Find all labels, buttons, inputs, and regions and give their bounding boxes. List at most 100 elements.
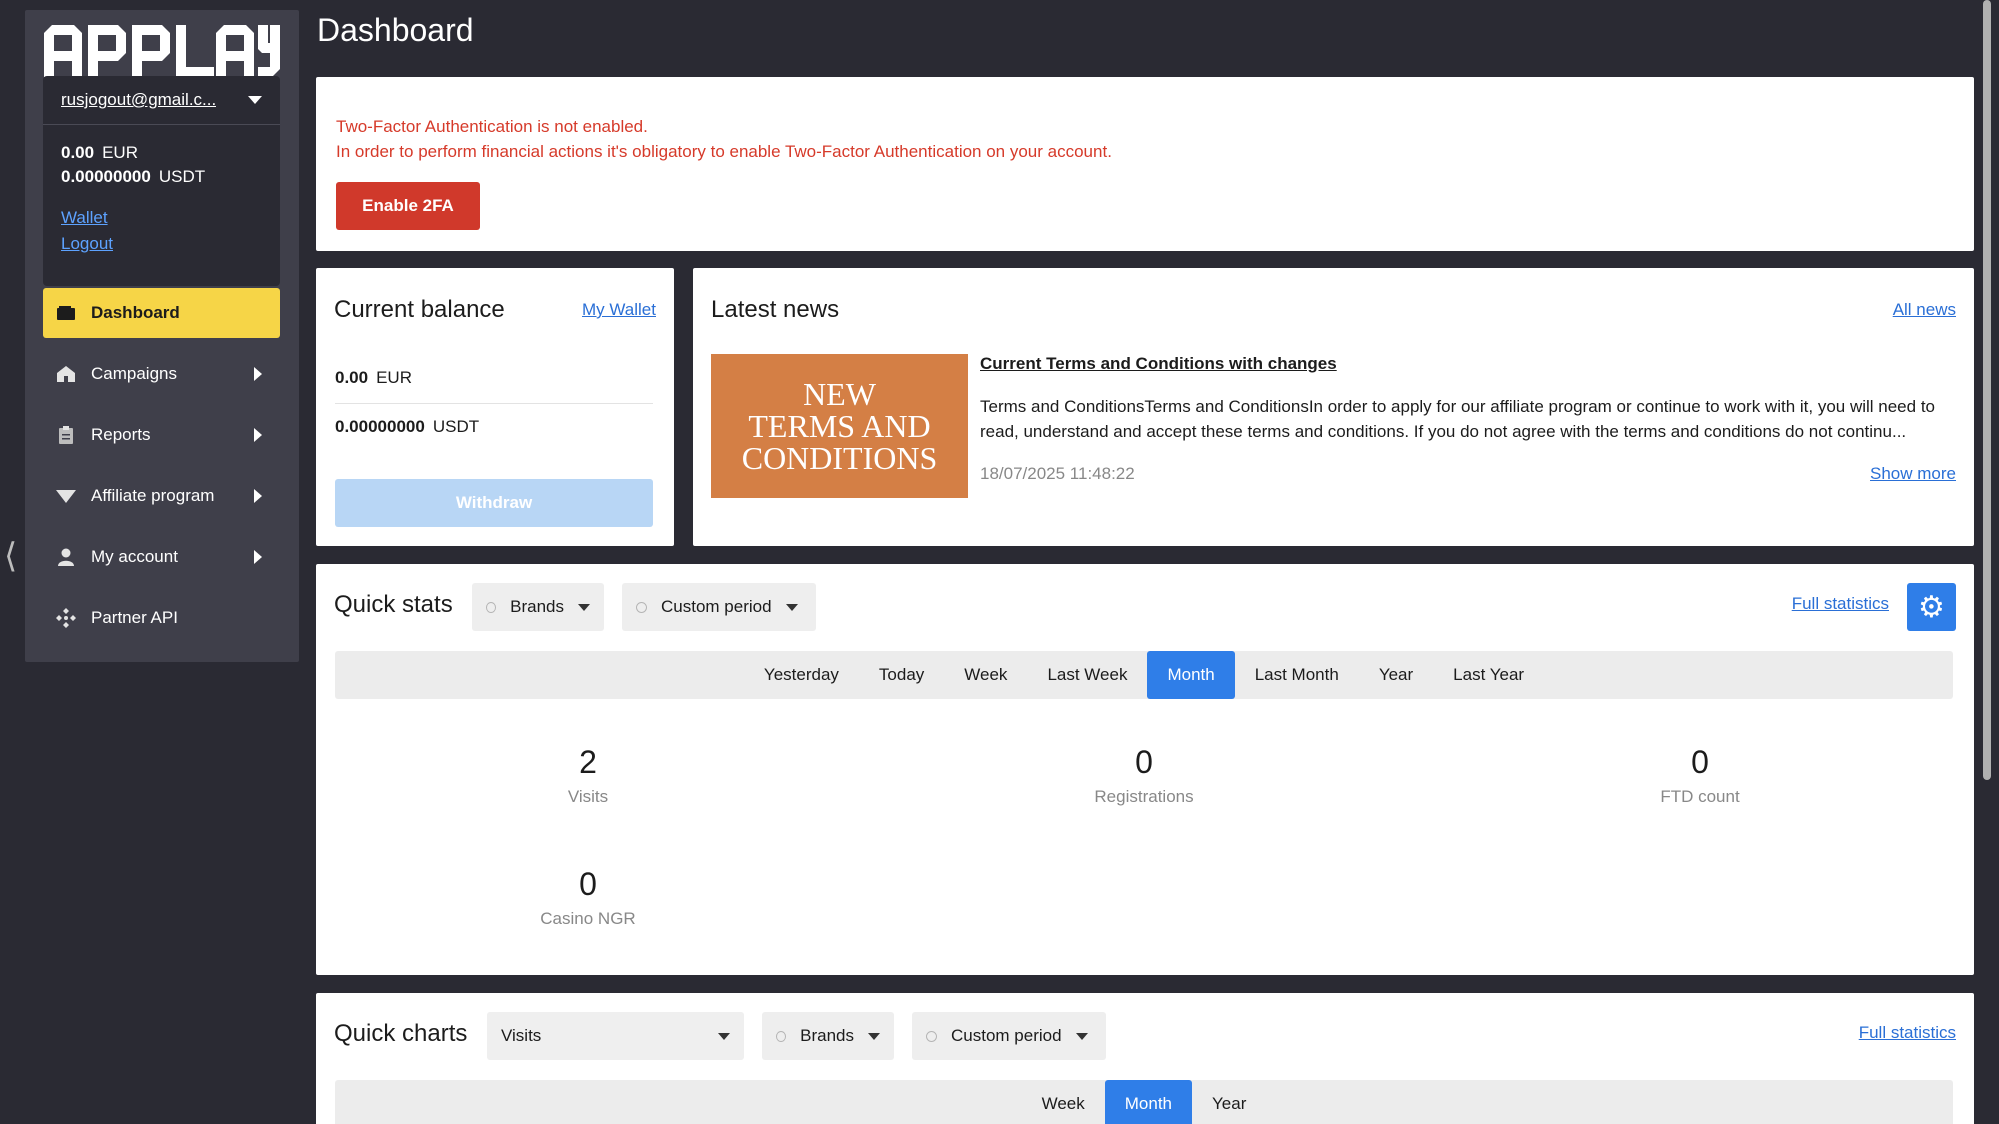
sidebar-item-my-account[interactable]: My account: [43, 532, 280, 582]
balance-currency: EUR: [102, 143, 138, 162]
api-icon: [53, 605, 79, 631]
period-tabs: Yesterday Today Week Last Week Month Las…: [335, 651, 1953, 699]
page-scrollbar[interactable]: [1983, 0, 1991, 780]
tab-year[interactable]: Year: [1192, 1080, 1266, 1124]
enable-2fa-button[interactable]: Enable 2FA: [336, 182, 480, 230]
tab-last-month[interactable]: Last Month: [1235, 651, 1359, 699]
wallet-icon: [53, 300, 79, 326]
sidebar-balance-eur: 0.00 EUR: [43, 143, 280, 163]
metric-label: Registrations: [1094, 787, 1194, 806]
metric-casino-ngr: 0 Casino NGR: [458, 866, 718, 929]
quick-stats-card: Quick stats Brands Custom period Full st…: [316, 564, 1974, 975]
metric-label: Visits: [567, 787, 609, 806]
tab-today[interactable]: Today: [859, 651, 944, 699]
diamond-icon: [53, 483, 79, 509]
tab-last-year[interactable]: Last Year: [1433, 651, 1544, 699]
logout-link[interactable]: Logout: [61, 231, 113, 257]
alert-line: Two-Factor Authentication is not enabled…: [336, 117, 648, 136]
balance-amount: 0.00: [335, 368, 369, 387]
news-excerpt: Terms and ConditionsTerms and Conditions…: [980, 397, 1935, 441]
chevron-down-icon: [1075, 1032, 1088, 1040]
card-title: Quick charts: [334, 1020, 468, 1047]
news-thumbnail-text: TERMS AND: [748, 408, 931, 444]
chevron-down-icon: [868, 1032, 880, 1040]
all-news-link[interactable]: All news: [1893, 300, 1956, 320]
sidebar-item-partner-api[interactable]: Partner API: [43, 593, 280, 643]
tab-week[interactable]: Week: [944, 651, 1027, 699]
brands-filter[interactable]: Brands: [472, 583, 604, 631]
page-title: Dashboard: [317, 12, 474, 48]
sidebar-nav: Dashboard Campaigns Reports Affiliate pr…: [43, 288, 280, 654]
sidebar-item-label: Affiliate program: [91, 486, 215, 505]
sidebar-item-label: My account: [91, 547, 178, 566]
chevron-right-icon: [254, 428, 262, 442]
radio-dot-icon: [926, 1030, 937, 1042]
current-balance-card: Current balance My Wallet 0.00 EUR 0.0000…: [316, 268, 674, 546]
news-thumbnail[interactable]: NEW TERMS AND CONDITIONS: [711, 354, 968, 498]
sidebar-item-label: Dashboard: [91, 303, 180, 322]
balance-amount: 0.00000000: [61, 167, 151, 186]
clipboard-icon: [53, 422, 79, 448]
tab-year[interactable]: Year: [1359, 651, 1433, 699]
sidebar-item-label: Reports: [91, 425, 151, 444]
settings-button[interactable]: ⚙: [1907, 583, 1956, 631]
withdraw-button[interactable]: Withdraw: [335, 479, 653, 527]
dropdown-label: Visits: [501, 1026, 542, 1045]
full-statistics-link[interactable]: Full statistics: [1859, 1023, 1956, 1043]
chart-period-tabs: Week Month Year: [335, 1080, 1953, 1124]
tab-last-week[interactable]: Last Week: [1027, 651, 1147, 699]
tab-month[interactable]: Month: [1147, 651, 1235, 699]
wallet-link[interactable]: Wallet: [61, 205, 108, 231]
sidebar-item-campaigns[interactable]: Campaigns: [43, 349, 280, 399]
home-icon: [53, 361, 79, 387]
balance-currency: USDT: [158, 167, 206, 186]
twofa-alert-card: Two-Factor Authentication is not enabled…: [316, 77, 1974, 251]
metric-label: FTD count: [1660, 787, 1740, 806]
news-thumbnail-text: CONDITIONS: [741, 440, 938, 476]
metric-registrations: 0 Registrations: [1014, 744, 1274, 807]
chevron-right-icon: [254, 367, 262, 381]
account-email[interactable]: rusjogout@gmail.c...: [61, 90, 216, 110]
tab-week[interactable]: Week: [1022, 1080, 1105, 1124]
period-filter[interactable]: Custom period: [622, 583, 816, 631]
twofa-alert-message: Two-Factor Authentication is not enabled…: [336, 114, 1112, 164]
my-wallet-link[interactable]: My Wallet: [582, 300, 656, 320]
divider: [335, 403, 653, 404]
radio-dot-icon: [776, 1030, 787, 1042]
tab-month[interactable]: Month: [1104, 1080, 1193, 1124]
sidebar-balance-usdt: 0.00000000 USDT: [43, 167, 280, 187]
sidebar-item-affiliate-program[interactable]: Affiliate program: [43, 471, 280, 521]
card-title: Current balance: [334, 296, 505, 323]
chevron-right-icon: [254, 550, 262, 564]
applay-logo[interactable]: [44, 25, 280, 77]
news-headline-link[interactable]: Current Terms and Conditions with change…: [980, 354, 1337, 374]
chevron-down-icon: [578, 603, 590, 611]
chart-metric-select[interactable]: Visits: [487, 1012, 744, 1060]
account-switcher[interactable]: rusjogout@gmail.c...: [43, 76, 280, 125]
radio-dot-icon: [486, 601, 497, 613]
sidebar-collapse-handle[interactable]: ⟨: [4, 536, 17, 576]
metric-label: Casino NGR: [540, 909, 636, 928]
metric-value: 2: [579, 744, 597, 780]
chevron-down-icon[interactable]: [248, 96, 262, 104]
metric-ftd-count: 0 FTD count: [1570, 744, 1830, 807]
balance-currency: EUR: [376, 368, 412, 387]
quick-charts-card: Quick charts Visits Brands Custom period…: [316, 993, 1974, 1124]
metric-visits: 2 Visits: [458, 744, 718, 807]
balance-row-eur: 0.00 EUR: [335, 368, 412, 388]
card-title: Latest news: [711, 296, 840, 323]
chevron-down-icon: [785, 603, 798, 611]
user-icon: [53, 544, 79, 570]
chart-period-filter[interactable]: Custom period: [912, 1012, 1106, 1060]
chart-brands-filter[interactable]: Brands: [762, 1012, 894, 1060]
sidebar-item-dashboard[interactable]: Dashboard: [43, 288, 280, 338]
sidebar-item-label: Partner API: [91, 608, 178, 627]
card-title: Quick stats: [334, 591, 453, 618]
show-more-link[interactable]: Show more: [1870, 464, 1956, 484]
sidebar: rusjogout@gmail.c... 0.00 EUR 0.00000000 U…: [25, 10, 299, 662]
sidebar-item-reports[interactable]: Reports: [43, 410, 280, 460]
news-date: 18/07/2025 11:48:22: [980, 464, 1135, 483]
balance-row-usdt: 0.00000000 USDT: [335, 417, 479, 437]
tab-yesterday[interactable]: Yesterday: [744, 651, 859, 699]
full-statistics-link[interactable]: Full statistics: [1792, 594, 1889, 614]
